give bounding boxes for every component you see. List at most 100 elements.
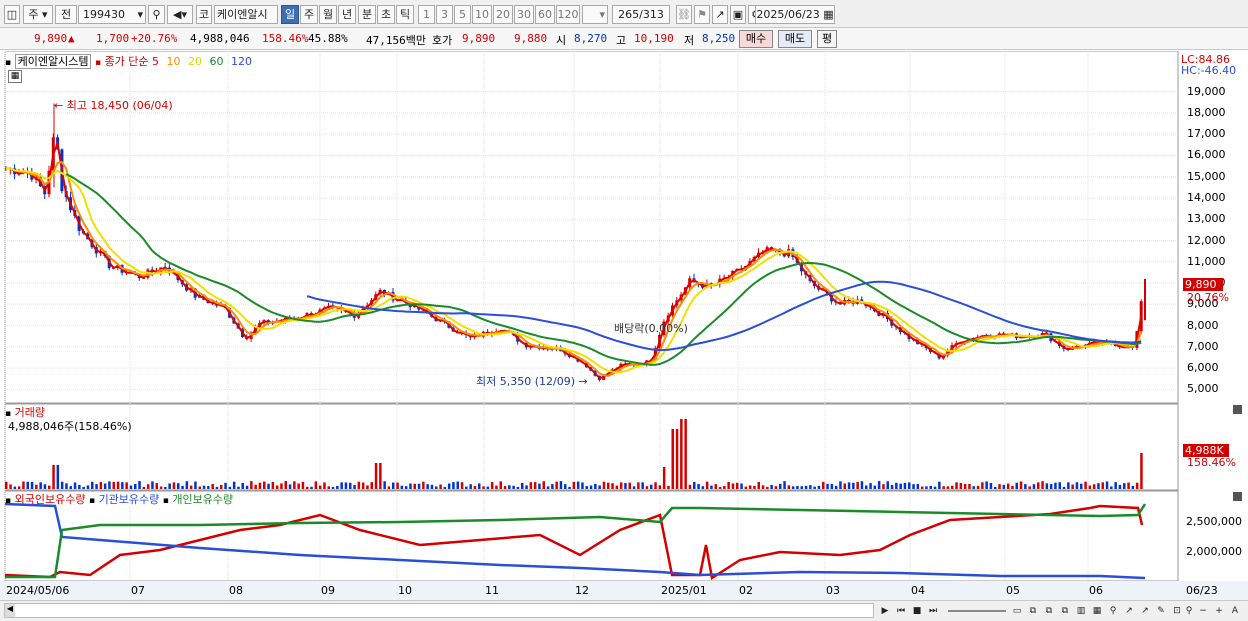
- speaker-icon[interactable]: ◀▾: [167, 5, 193, 24]
- volume-bar: [374, 463, 378, 489]
- stock-name-field[interactable]: 케이엔알시: [214, 5, 278, 24]
- volume-bar: [95, 484, 98, 489]
- scroll-track[interactable]: ◀: [4, 603, 874, 618]
- interval-1[interactable]: 1: [418, 5, 435, 24]
- date-field[interactable]: 2025/06/23 ▦: [755, 5, 835, 24]
- price-axis-label: 11,000: [1187, 254, 1226, 268]
- volume-bar: [796, 486, 799, 489]
- legend-dot-icon: ▪: [5, 58, 12, 68]
- volume-bar: [288, 484, 292, 489]
- volume-bar: [787, 485, 791, 489]
- volume-bar: [69, 486, 72, 489]
- close-panel-icon[interactable]: [1233, 405, 1242, 414]
- chart-type-icon[interactable]: ◫: [4, 5, 20, 24]
- buy-button[interactable]: 매수: [739, 30, 773, 48]
- prev-button[interactable]: 전: [55, 5, 77, 24]
- first-page-icon[interactable]: ⏮: [894, 604, 908, 618]
- chevron-down-icon[interactable]: ▾: [137, 6, 143, 23]
- period-second[interactable]: 초: [377, 5, 395, 24]
- grid-toggle-icon[interactable]: ▦: [8, 70, 22, 83]
- price-axis-label: 15,000: [1187, 169, 1226, 183]
- bid-price: 9,880: [514, 32, 548, 45]
- volume-bar: [882, 484, 885, 489]
- interval-30[interactable]: 30: [514, 5, 534, 24]
- stop-icon[interactable]: ■: [910, 604, 924, 618]
- volume-bar: [103, 483, 107, 489]
- interval-10[interactable]: 10: [472, 5, 492, 24]
- volume-bar: [559, 481, 563, 489]
- zoom-icon[interactable]: ⚲: [1182, 604, 1196, 618]
- scroll-right-icon[interactable]: ▶: [878, 604, 892, 618]
- filter-icon[interactable]: ⚲: [1106, 604, 1120, 618]
- volume-bar: [594, 483, 597, 489]
- volume-bar: [714, 484, 717, 489]
- interval-60[interactable]: 60: [535, 5, 555, 24]
- volume-bar: [495, 485, 498, 489]
- period-day[interactable]: 일: [281, 5, 299, 24]
- candle-chart-icon[interactable]: ▦: [1090, 604, 1104, 618]
- volume-bar: [293, 481, 296, 489]
- interval-3[interactable]: 3: [436, 5, 453, 24]
- trend-icon[interactable]: ↗: [1122, 604, 1136, 618]
- bar-chart-icon[interactable]: ▥: [1074, 604, 1088, 618]
- volume-bar: [417, 483, 421, 489]
- volume-bar: [903, 482, 907, 489]
- interval-120[interactable]: 120: [556, 5, 580, 24]
- volume-bar: [856, 482, 859, 489]
- link-icon[interactable]: ⛓: [676, 5, 692, 24]
- volume-bar: [933, 486, 937, 489]
- volume-bar: [17, 486, 21, 489]
- last-page-icon[interactable]: ⏭: [926, 604, 940, 618]
- zoom-in-icon[interactable]: +: [1212, 604, 1226, 618]
- sell-button[interactable]: 매도: [778, 30, 812, 48]
- individual-holdings-line: [5, 503, 1147, 579]
- volume-bar: [185, 481, 189, 489]
- eval-button[interactable]: 평: [817, 30, 837, 48]
- close-panel-icon[interactable]: [1233, 492, 1242, 501]
- pin-icon[interactable]: ⚑: [694, 5, 710, 24]
- duplicate-icon[interactable]: ⧉: [1058, 604, 1072, 618]
- volume-bar: [963, 484, 967, 489]
- interval-5[interactable]: 5: [454, 5, 471, 24]
- volume-bar: [164, 486, 167, 489]
- layout-icon[interactable]: ▭: [1010, 604, 1024, 618]
- volume-bar: [1127, 482, 1130, 489]
- volume-bar: [602, 481, 606, 489]
- period-month[interactable]: 월: [319, 5, 337, 24]
- trend2-icon[interactable]: ↗: [1138, 604, 1152, 618]
- zoom-slider[interactable]: [948, 610, 1006, 612]
- legend-stock-name[interactable]: 케이엔알시스템: [14, 54, 92, 69]
- save-icon[interactable]: ▣: [730, 5, 746, 24]
- zoom-out-icon[interactable]: −: [1196, 604, 1210, 618]
- volume-bar: [521, 482, 524, 489]
- period-week[interactable]: 주: [300, 5, 318, 24]
- type-button[interactable]: 코: [196, 5, 212, 24]
- volume-bar: [159, 486, 163, 489]
- chart-icon[interactable]: ↗: [712, 5, 728, 24]
- volume-bar: [981, 482, 984, 489]
- calendar-icon[interactable]: ▦: [823, 8, 833, 21]
- volume-bar: [533, 482, 537, 489]
- period-minute[interactable]: 분: [358, 5, 376, 24]
- period-year[interactable]: 년: [338, 5, 356, 24]
- volume-bar: [60, 481, 64, 489]
- window-icon[interactable]: ⧉: [1042, 604, 1056, 618]
- volume-bar: [873, 485, 877, 489]
- magnifier-icon[interactable]: ⚲: [148, 5, 165, 24]
- interval-custom-select[interactable]: ▾: [582, 5, 608, 24]
- volume-bar: [26, 481, 29, 489]
- volume-bar: [327, 486, 330, 489]
- draw-icon[interactable]: ✎: [1154, 604, 1168, 618]
- count-field[interactable]: 265/313: [612, 5, 670, 24]
- auto-icon[interactable]: A: [1228, 604, 1242, 618]
- volume-bar: [951, 485, 954, 489]
- volume-bar: [908, 482, 911, 489]
- copy-icon[interactable]: ⧉: [1026, 604, 1040, 618]
- market-select[interactable]: 주 ▾: [23, 5, 53, 24]
- volume-bar: [929, 485, 932, 489]
- interval-20[interactable]: 20: [493, 5, 513, 24]
- volume-bar: [650, 484, 653, 489]
- scroll-left-icon[interactable]: ◀: [5, 604, 15, 617]
- period-tick[interactable]: 틱: [396, 5, 414, 24]
- code-input[interactable]: 199430 ▾: [78, 5, 146, 24]
